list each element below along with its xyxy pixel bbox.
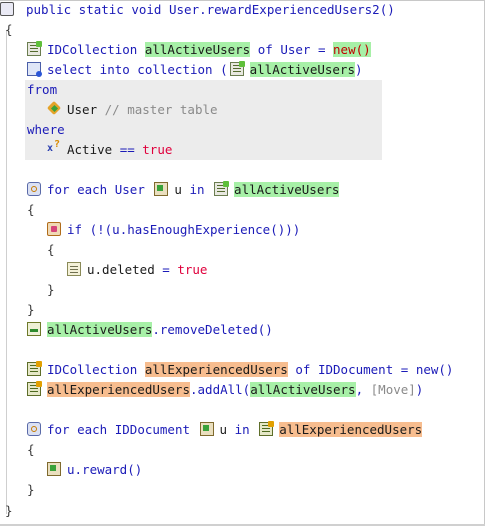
collection-icon <box>214 181 230 196</box>
if-keyword: if <box>67 222 83 237</box>
method-close-brace: } <box>5 503 13 518</box>
of-keyword: of <box>257 42 273 57</box>
assign-icon <box>67 262 81 276</box>
if-condition[interactable]: (!(u.hasEnoughExperience())) <box>90 222 301 237</box>
for-each-keyword: for each <box>47 422 108 437</box>
loop-type: IDDocument <box>114 422 191 437</box>
statement-select[interactable]: select into collection ( allActiveUsers) <box>27 61 363 79</box>
new-expression[interactable]: new() <box>416 362 454 377</box>
argument-variable[interactable]: allActiveUsers <box>250 382 356 397</box>
variable-all-experienced-users[interactable]: allExperiencedUsers <box>144 362 288 377</box>
call-target-variable[interactable]: allActiveUsers <box>47 322 153 337</box>
document-collection-icon <box>259 421 275 436</box>
assign-operator: = <box>317 42 326 57</box>
statement-reward[interactable]: u.reward() <box>47 461 142 479</box>
call-target-variable[interactable]: allExperiencedUsers <box>47 382 190 397</box>
bool-value[interactable]: true <box>177 262 207 277</box>
filter-icon <box>47 139 61 156</box>
element-type: IDDocument <box>317 362 394 377</box>
statement-add-all[interactable]: allExperiencedUsers.addAll(allActiveUser… <box>27 381 423 399</box>
table-icon <box>47 102 61 116</box>
table-name[interactable]: User <box>67 102 97 117</box>
method-icon <box>0 2 14 16</box>
in-keyword: in <box>234 422 250 437</box>
select-keyword: select into collection ( <box>47 62 228 77</box>
element-type: User <box>280 42 311 57</box>
field-name[interactable]: Active <box>67 142 112 157</box>
statement-foreach-documents[interactable]: for each IDDocument u in allExperiencedU… <box>27 421 423 439</box>
loop-icon <box>27 422 41 436</box>
collection-icon <box>27 41 42 56</box>
argument-separator: , <box>355 382 364 397</box>
select-target-variable[interactable]: allActiveUsers <box>249 62 355 77</box>
variable-icon <box>47 462 61 476</box>
collection-icon <box>229 61 245 76</box>
close-paren: ) <box>354 62 363 77</box>
loop-collection[interactable]: allExperiencedUsers <box>279 422 423 437</box>
type-name: IDCollection <box>47 362 138 377</box>
select-icon <box>27 62 42 77</box>
call-icon <box>27 322 41 336</box>
where-keyword: where <box>27 122 65 137</box>
method-header-text[interactable]: public static void User.rewardExperience… <box>26 2 395 17</box>
method-call[interactable]: .addAll( <box>190 382 250 397</box>
variable-icon <box>199 422 214 436</box>
loop-icon <box>27 182 41 196</box>
statement-foreach-users[interactable]: for each User u in allActiveUsers <box>27 181 340 199</box>
loop-type: User <box>114 182 145 197</box>
if-open-brace: { <box>47 242 55 257</box>
for-each-keyword: for each <box>47 182 108 197</box>
close-paren: ) <box>415 382 424 397</box>
statement-remove-deleted[interactable]: allActiveUsers.removeDeleted() <box>27 321 273 339</box>
block-gutter-line <box>6 30 7 514</box>
of-keyword: of <box>295 362 311 377</box>
method-open-brace: { <box>5 22 13 37</box>
new-expression[interactable]: new() <box>333 42 371 57</box>
bool-value[interactable]: true <box>142 142 172 157</box>
comment: // master table <box>104 102 218 117</box>
loop2-close-brace: } <box>27 482 35 497</box>
method-header[interactable]: public static void User.rewardExperience… <box>0 1 395 19</box>
move-option[interactable]: [Move] <box>371 382 416 397</box>
type-name: IDCollection <box>47 42 138 57</box>
document-collection-icon <box>27 361 42 376</box>
method-call[interactable]: .removeDeleted() <box>152 322 272 337</box>
assign-target[interactable]: u.deleted <box>87 262 155 277</box>
statement-assign[interactable]: u.deleted = true <box>67 261 207 279</box>
equals-operator: == <box>119 142 135 157</box>
in-keyword: in <box>189 182 205 197</box>
loop-variable[interactable]: u <box>174 182 182 197</box>
from-table[interactable]: User // master table <box>47 101 218 119</box>
statement-decl-active-users[interactable]: IDCollection allActiveUsers of User = ne… <box>27 41 371 59</box>
loop-collection[interactable]: allActiveUsers <box>234 182 340 197</box>
loop1-open-brace: { <box>27 202 35 217</box>
if-close-brace: } <box>47 282 55 297</box>
if-icon <box>47 222 61 236</box>
variable-icon <box>154 182 169 196</box>
assign-operator: = <box>162 262 170 277</box>
loop2-open-brace: { <box>27 442 35 457</box>
statement-decl-experienced-users[interactable]: IDCollection allExperiencedUsers of IDDo… <box>27 361 453 379</box>
document-collection-icon <box>27 381 42 396</box>
method-call[interactable]: u.reward() <box>67 462 142 477</box>
loop-variable[interactable]: u <box>220 422 228 437</box>
where-condition[interactable]: Active == true <box>47 139 172 159</box>
variable-all-active-users[interactable]: allActiveUsers <box>144 42 251 57</box>
statement-if[interactable]: if (!(u.hasEnoughExperience())) <box>47 221 300 239</box>
loop1-close-brace: } <box>27 302 35 317</box>
from-keyword: from <box>27 82 58 97</box>
